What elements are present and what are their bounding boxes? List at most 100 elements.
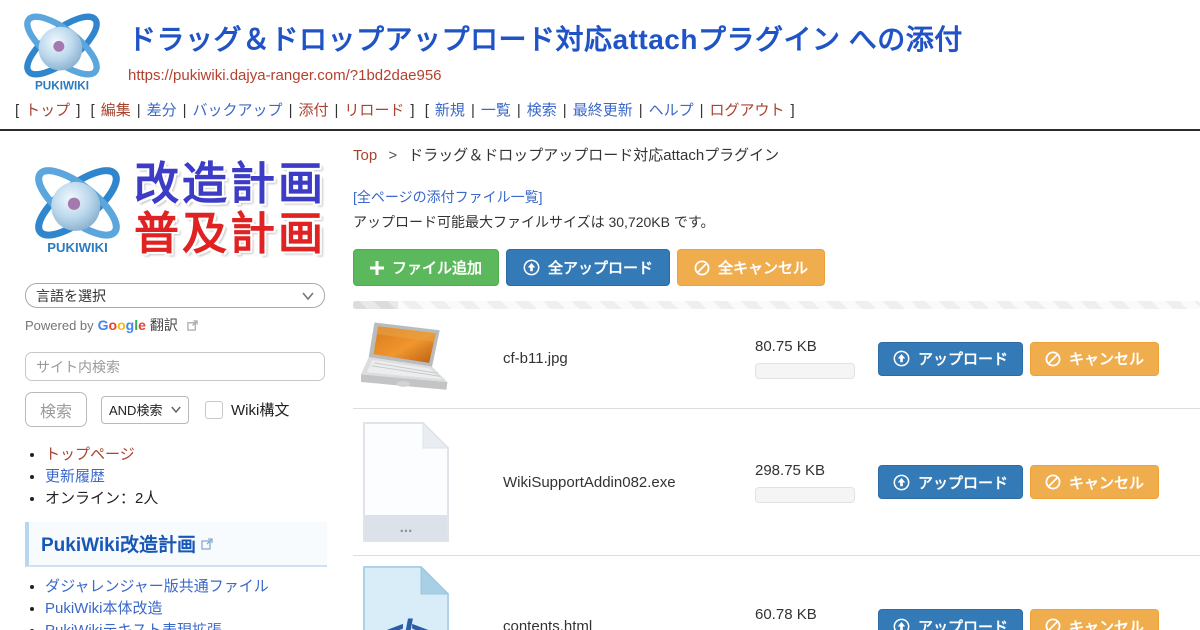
nav-recent[interactable]: 最終更新	[573, 102, 633, 119]
cancel-icon	[1045, 351, 1061, 367]
sidebar-banner[interactable]: PUKIWIKI 改造計画 普及計画	[25, 153, 345, 265]
list-item: PukiWiki本体改造	[45, 598, 345, 619]
pukiwiki-atom-icon: PUKIWIKI	[25, 153, 130, 265]
upload-all-button[interactable]: 全アップロード	[506, 249, 670, 286]
cancel-icon	[1045, 474, 1061, 490]
search-button[interactable]: 検索	[25, 392, 87, 427]
online-count: オンライン：2人	[45, 490, 158, 507]
sidebar-item-core-mods[interactable]: PukiWiki本体改造	[45, 600, 163, 617]
separator: |	[334, 102, 338, 119]
banner-line-2: 普及計画	[134, 209, 326, 259]
main-content: Top > ドラッグ＆ドロップアップロード対応attachプラグイン [全ページ…	[345, 131, 1200, 630]
nav-diff[interactable]: 差分	[147, 102, 177, 119]
file-thumbnail-cell	[353, 318, 503, 400]
file-actions: アップロード キャンセル	[870, 609, 1200, 630]
generic-file-icon: ...	[361, 420, 451, 544]
google-wordmark: Google	[98, 317, 146, 333]
breadcrumb-home[interactable]: Top	[353, 147, 377, 164]
global-progress-bar	[353, 301, 1200, 309]
logo-wordmark: PUKIWIKI	[35, 79, 89, 92]
wiki-syntax-option: Wiki構文	[205, 399, 289, 420]
pukiwiki-logo-icon[interactable]: PUKIWIKI	[12, 8, 112, 94]
nav-top[interactable]: トップ	[25, 102, 70, 119]
cancel-all-button[interactable]: 全キャンセル	[677, 249, 825, 286]
nav-search[interactable]: 検索	[527, 102, 557, 119]
file-row: ... WikiSupportAddin082.exe 298.75 KB アッ…	[353, 409, 1200, 556]
global-progress-fill	[353, 301, 398, 309]
separator: |	[471, 102, 475, 119]
banner-text: 改造計画 普及計画	[134, 159, 326, 260]
sidebar-item-common-files[interactable]: ダジャレンジャー版共通ファイル	[45, 578, 269, 595]
upload-icon	[893, 474, 910, 491]
max-filesize-text: アップロード可能最大ファイルサイズは 30,720KB です。	[353, 212, 1200, 232]
quick-links-list: トップページ 更新履歴 オンライン：2人	[45, 444, 345, 509]
file-size: 80.75 KB	[755, 338, 870, 355]
site-search-input[interactable]	[25, 352, 325, 381]
bracket: [	[91, 102, 95, 119]
list-item: トップページ	[45, 444, 345, 465]
site-links-list: ダジャレンジャー版共通ファイル PukiWiki本体改造 PukiWikiテキス…	[45, 576, 345, 630]
upload-button[interactable]: アップロード	[878, 609, 1023, 630]
add-files-button[interactable]: ファイル追加	[353, 249, 499, 286]
upload-icon	[893, 618, 910, 630]
page-url[interactable]: https://pukiwiki.dajya-ranger.com/?1bd2d…	[128, 67, 963, 84]
upload-button[interactable]: アップロード	[878, 342, 1023, 376]
file-name: contents.html	[503, 618, 755, 630]
wiki-syntax-label: Wiki構文	[231, 399, 289, 420]
html-glyph: </>	[380, 611, 433, 630]
cancel-icon	[1045, 618, 1061, 630]
search-mode-select[interactable]: AND検索	[101, 396, 189, 424]
file-size: 298.75 KB	[755, 462, 870, 479]
powered-by-google: Powered by Google 翻訳	[25, 315, 345, 335]
header-text: ドラッグ＆ドロップアップロード対応attachプラグイン への添付 https:…	[128, 8, 963, 84]
file-actions: アップロード キャンセル	[870, 342, 1200, 376]
powered-prefix: Powered by	[25, 318, 94, 333]
translate-label[interactable]: 翻訳	[150, 315, 178, 335]
page-title: ドラッグ＆ドロップアップロード対応attachプラグイン への添付	[128, 18, 963, 58]
nav-new[interactable]: 新規	[435, 102, 465, 119]
nav-edit[interactable]: 編集	[101, 102, 131, 119]
all-attachments-link[interactable]: [全ページの添付ファイル一覧]	[353, 187, 543, 207]
wiki-syntax-checkbox[interactable]	[205, 401, 223, 419]
sidebar-item-text-ext[interactable]: PukiWikiテキスト表現拡張	[45, 622, 222, 630]
nav-backup[interactable]: バックアップ	[193, 102, 283, 119]
content: PUKIWIKI 改造計画 普及計画 言語を選択 Powered by Goog…	[0, 131, 1200, 630]
upload-icon	[893, 350, 910, 367]
separator: |	[183, 102, 187, 119]
language-select[interactable]: 言語を選択	[25, 283, 325, 308]
chevron-down-icon	[302, 292, 314, 300]
file-row: </> contents.html 60.78 KB アップロード キャンセル	[353, 556, 1200, 630]
file-size-cell: 298.75 KB	[755, 462, 870, 503]
nav-attach[interactable]: 添付	[298, 102, 328, 119]
bracket: ]	[410, 102, 414, 119]
nav-reload[interactable]: リロード	[344, 102, 404, 119]
pukiwiki-kaizou-link[interactable]: PukiWiki改造計画	[41, 530, 196, 557]
nav-list[interactable]: 一覧	[481, 102, 511, 119]
file-name: WikiSupportAddin082.exe	[503, 474, 755, 491]
cancel-button[interactable]: キャンセル	[1030, 342, 1159, 376]
nav-help[interactable]: ヘルプ	[649, 102, 694, 119]
sidebar-item-recent-changes[interactable]: 更新履歴	[45, 468, 105, 485]
breadcrumb-current: ドラッグ＆ドロップアップロード対応attachプラグイン	[408, 147, 779, 164]
cancel-button[interactable]: キャンセル	[1030, 465, 1159, 499]
file-size-cell: 80.75 KB	[755, 338, 870, 379]
header: PUKIWIKI ドラッグ＆ドロップアップロード対応attachプラグイン への…	[0, 0, 1200, 94]
breadcrumb: Top > ドラッグ＆ドロップアップロード対応attachプラグイン	[353, 144, 1200, 165]
external-link-icon	[201, 538, 213, 550]
bracket: ]	[791, 102, 795, 119]
sidebar-item-top-page[interactable]: トップページ	[45, 446, 135, 463]
upload-toolbar: ファイル追加 全アップロード 全キャンセル	[353, 249, 1200, 286]
cancel-icon	[694, 260, 710, 276]
list-item: ダジャレンジャー版共通ファイル	[45, 576, 345, 597]
separator: |	[289, 102, 293, 119]
upload-icon	[523, 259, 540, 276]
list-item: オンライン：2人	[45, 488, 345, 509]
cancel-button[interactable]: キャンセル	[1030, 609, 1159, 630]
banner-line-1: 改造計画	[134, 159, 326, 209]
bracket: ]	[76, 102, 80, 119]
separator: |	[639, 102, 643, 119]
upload-button[interactable]: アップロード	[878, 465, 1023, 499]
nav-logout[interactable]: ログアウト	[710, 102, 785, 119]
separator: |	[517, 102, 521, 119]
file-icon-dots: ...	[400, 519, 413, 536]
